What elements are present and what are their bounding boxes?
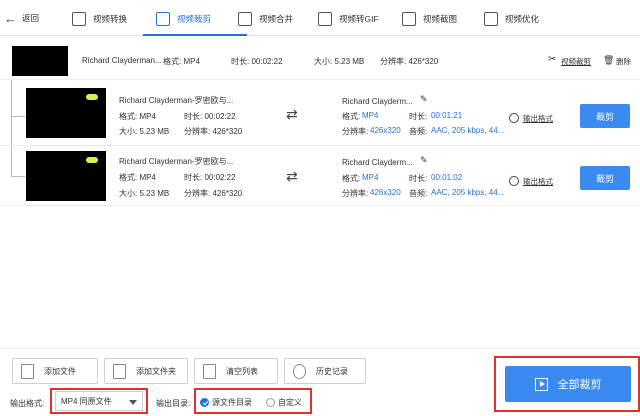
output-format-value: MP4 <box>362 111 379 120</box>
convert-icon <box>72 12 86 26</box>
screenshot-icon <box>402 12 416 26</box>
tab-video-merge[interactable]: 视频合并 <box>238 7 293 31</box>
tab-label: 视频转换 <box>93 14 128 24</box>
clear-list-button[interactable]: 清空列表 <box>194 358 278 384</box>
tab-video-optimize[interactable]: 视频优化 <box>484 7 539 31</box>
output-format-label: 格式: <box>342 174 361 183</box>
crop-button[interactable]: 裁剪 <box>580 166 630 190</box>
tab-video-screenshot[interactable]: 视频截图 <box>402 7 457 31</box>
delete-link[interactable]: 删除 <box>616 56 631 67</box>
active-tab-indicator <box>143 34 247 36</box>
tab-video-gif[interactable]: 视频转GIF <box>318 7 379 31</box>
output-dir-label: 输出目录: <box>156 399 191 408</box>
settings-icon <box>509 113 519 123</box>
clip-duration: 时长: 00:02:22 <box>184 112 236 121</box>
clip-row: Richard Clayderman-罗密欧与... 格式: MP4 时长: 0… <box>0 146 640 206</box>
gif-icon <box>318 12 332 26</box>
add-file-label: 添加文件 <box>44 366 76 376</box>
tab-label: 视频优化 <box>505 14 540 24</box>
source-duration: 时长: 00:02:22 <box>231 57 283 66</box>
back-arrow-icon: ← <box>4 10 17 26</box>
clip-size: 大小: 5.23 MB <box>119 127 170 136</box>
add-folder-button[interactable]: 添加文件夹 <box>104 358 188 384</box>
add-file-button[interactable]: 添加文件 <box>12 358 98 384</box>
output-format-value: MP4 <box>362 173 379 182</box>
source-resolution: 分辨率: 426*320 <box>380 57 439 66</box>
video-crop-link[interactable]: 视频裁剪 <box>561 56 591 67</box>
output-audio-value: AAC, 205 kbps, 44... <box>431 126 505 135</box>
output-resolution-value: 426x320 <box>370 188 401 197</box>
edit-name-icon[interactable]: ✎ <box>420 94 428 105</box>
source-file-row: Richard Clayderman... 格式: MP4 时长: 00:02:… <box>0 40 640 80</box>
output-duration-label: 时长: <box>409 112 428 121</box>
output-audio-label: 音频: <box>409 189 428 198</box>
source-format: 格式: MP4 <box>163 57 200 66</box>
thumbnail-logo <box>86 94 98 100</box>
output-audio-label: 音频: <box>409 127 428 136</box>
output-format-label: 格式: <box>342 112 361 121</box>
edit-name-icon[interactable]: ✎ <box>420 155 428 166</box>
clip-row: Richard Clayderman-罗密欧与... 格式: MP4 时长: 0… <box>0 86 640 146</box>
clip-name: Richard Clayderman-罗密欧与... <box>119 157 234 166</box>
output-name: Richard Clayderm... <box>342 158 413 167</box>
trash-icon: 🗑 <box>603 55 615 65</box>
tab-label: 视频裁剪 <box>177 14 212 24</box>
tab-video-crop[interactable]: 视频裁剪 <box>156 7 211 31</box>
clip-resolution: 分辨率: 426*320 <box>184 127 243 136</box>
clip-thumbnail <box>26 151 106 201</box>
clock-icon <box>293 363 306 379</box>
clip-thumbnail <box>26 88 106 138</box>
scissors-icon: ✂ <box>548 54 557 65</box>
output-duration-value: 00:01:02 <box>431 173 463 182</box>
back-button[interactable]: ← 返回 <box>4 10 39 26</box>
tab-label: 视频合并 <box>259 14 294 24</box>
crop-icon <box>156 12 170 26</box>
clip-name: Richard Clayderman-罗密欧与... <box>119 96 234 105</box>
clip-size: 大小: 5.23 MB <box>119 189 170 198</box>
output-duration-label: 时长: <box>409 174 428 183</box>
crop-button[interactable]: 裁剪 <box>580 104 630 128</box>
add-folder-label: 添加文件夹 <box>136 366 176 376</box>
shuffle-icon: ⇄ <box>286 106 298 122</box>
output-resolution-label: 分辨率: <box>342 189 369 198</box>
output-duration-value: 00:01:21 <box>431 111 463 120</box>
shuffle-icon: ⇄ <box>286 168 298 184</box>
tab-label: 视频转GIF <box>339 14 379 24</box>
history-button[interactable]: 历史记录 <box>284 358 366 384</box>
trash-icon <box>203 363 216 379</box>
clip-duration: 时长: 00:02:22 <box>184 173 236 182</box>
output-audio-value: AAC, 205 kbps, 44... <box>431 188 505 197</box>
source-size: 大小: 5.23 MB <box>314 57 365 66</box>
settings-icon <box>509 176 519 186</box>
thumbnail-logo <box>86 157 98 163</box>
optimize-icon <box>484 12 498 26</box>
back-label: 返回 <box>22 13 40 23</box>
highlight-box <box>194 388 312 414</box>
tab-video-convert[interactable]: 视频转换 <box>72 7 127 31</box>
highlight-box <box>494 356 640 412</box>
source-name: Richard Clayderman... <box>82 56 162 65</box>
add-file-icon <box>21 363 34 379</box>
top-nav: ← 返回 视频转换 视频裁剪 视频合并 视频转GIF 视频截图 视频优化 <box>0 0 640 36</box>
output-resolution-label: 分辨率: <box>342 127 369 136</box>
output-format-link[interactable]: 输出格式 <box>523 176 553 187</box>
clip-format: 格式: MP4 <box>119 112 156 121</box>
tab-label: 视频截图 <box>423 14 458 24</box>
clip-resolution: 分辨率: 426*320 <box>184 189 243 198</box>
merge-icon <box>238 12 252 26</box>
output-name: Richard Clayderm... <box>342 97 413 106</box>
clip-format: 格式: MP4 <box>119 173 156 182</box>
output-format-label: 输出格式: <box>10 399 45 408</box>
output-resolution-value: 426x320 <box>370 126 401 135</box>
clear-list-label: 清空列表 <box>226 366 258 376</box>
history-label: 历史记录 <box>316 366 348 376</box>
source-thumbnail <box>12 46 68 76</box>
output-format-link[interactable]: 输出格式 <box>523 113 553 124</box>
add-folder-icon <box>113 363 126 379</box>
highlight-box <box>50 388 148 414</box>
